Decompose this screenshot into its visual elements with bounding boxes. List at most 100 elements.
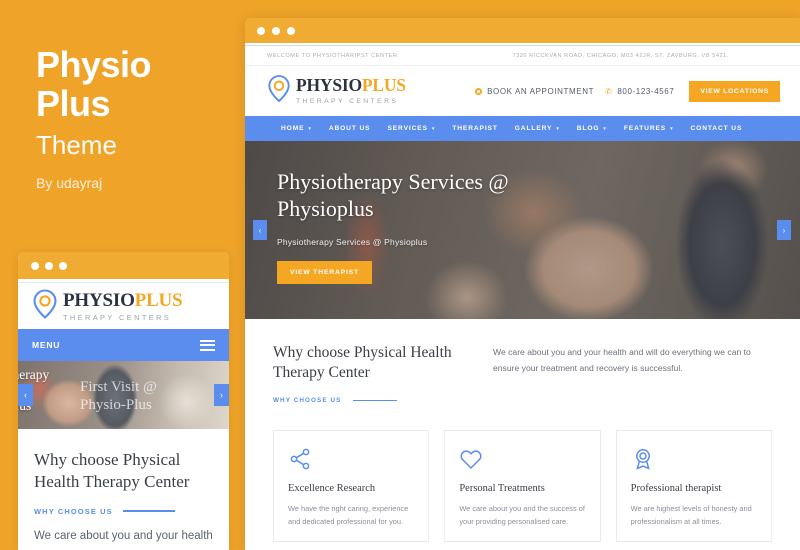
feature-card[interactable]: Excellence Research We have the right ca… — [273, 430, 430, 543]
nav-item-gallery[interactable]: GALLERY ▾ — [515, 125, 560, 132]
phone-link[interactable]: ✆ 800-123-4567 — [605, 87, 674, 96]
chevron-down-icon: ▾ — [556, 125, 560, 132]
why-choose-section: Why choose Physical Health Therapy Cente… — [245, 319, 800, 405]
mobile-slider-next-button[interactable]: › — [214, 384, 229, 406]
mobile-header: PHYSIOPLUS THERAPY CENTERS — [18, 283, 229, 329]
why-choose-eyebrow-label: WHY CHOOSE US — [273, 397, 342, 405]
mobile-why-heading: Why choose Physical Health Therapy Cente… — [34, 450, 190, 491]
why-choose-eyebrow-rule — [353, 400, 398, 402]
feature-card-text: We are highest levels of honesty and pro… — [630, 504, 752, 527]
hero-heading: Physiotherapy Services @ Physioplus — [277, 169, 509, 221]
award-icon — [631, 447, 757, 471]
why-choose-left: Why choose Physical Health Therapy Cente… — [273, 343, 463, 404]
why-choose-eyebrow: WHY CHOOSE US — [273, 397, 463, 404]
window-dot-minimize-icon[interactable] — [272, 26, 280, 35]
mobile-slider-prev-button[interactable]: ‹ — [18, 384, 33, 406]
nav-item-about-us[interactable]: ABOUT US — [329, 125, 371, 132]
feature-card-text: We have the right caring, experience and… — [288, 504, 409, 527]
mobile-logo[interactable]: PHYSIOPLUS THERAPY CENTERS — [32, 288, 183, 324]
nav-item-blog[interactable]: BLOG ▾ — [577, 125, 607, 132]
chevron-down-icon: ▾ — [670, 125, 674, 132]
why-choose-paragraph: We care about you and your health and wi… — [493, 347, 751, 373]
mobile-browser-chrome — [18, 252, 229, 280]
hamburger-icon[interactable] — [200, 339, 215, 351]
hero-subheading: Physiotherapy Services @ Physioplus — [277, 236, 428, 247]
view-therapist-button[interactable]: VIEW THERAPIST — [277, 260, 372, 284]
promo-title: Physio Plus — [36, 44, 236, 124]
nav-item-services[interactable]: SERVICES ▾ — [387, 125, 435, 132]
mobile-mockup: PHYSIOPLUS THERAPY CENTERS MENU otherapy… — [18, 252, 229, 550]
why-choose-heading: Why choose Physical Health Therapy Cente… — [273, 344, 452, 382]
feature-card-title: Professional therapist — [630, 483, 722, 495]
feature-card[interactable]: Professional therapist We are highest le… — [615, 430, 772, 543]
window-dot-close-icon[interactable] — [31, 261, 39, 270]
mobile-why-eyebrow-label: WHY CHOOSE US — [34, 506, 113, 516]
feature-card[interactable]: Personal Treatments We care about you an… — [444, 430, 601, 543]
nav-item-features[interactable]: FEATURES ▾ — [624, 125, 674, 132]
circle-dot-icon — [475, 87, 483, 95]
desktop-browser-chrome — [245, 18, 800, 43]
chevron-down-icon: ▾ — [431, 125, 436, 132]
promo-subtitle: Theme — [36, 129, 117, 160]
book-appointment-link[interactable]: BOOK AN APPOINTMENT — [475, 87, 594, 96]
feature-cards: Excellence Research We have the right ca… — [245, 404, 800, 543]
view-locations-button[interactable]: VIEW LOCATIONS — [689, 80, 780, 102]
window-dot-minimize-icon[interactable] — [45, 261, 53, 270]
desktop-mockup: WELCOME TO PHYSIOTHARIPST CENTER 7320 RI… — [245, 18, 800, 550]
hero-next-button[interactable]: › — [777, 220, 791, 240]
nav-label-blog: BLOG — [576, 125, 600, 132]
header-actions: BOOK AN APPOINTMENT ✆ 800-123-4567 VIEW … — [475, 80, 780, 102]
desktop-logo-tagline: THERAPY CENTERS — [296, 97, 399, 105]
desktop-topbar: WELCOME TO PHYSIOTHARIPST CENTER 7320 RI… — [245, 46, 800, 66]
nav-label-therapist: THERAPIST — [452, 125, 498, 132]
topbar-address-text: 7320 RICCKVAN ROAD, CHICAGO, M03 42JR, S… — [512, 52, 729, 59]
hero-slider: Physiotherapy Services @ Physioplus Phys… — [245, 141, 800, 319]
promo-author: By udayraj — [36, 174, 103, 191]
mobile-slide-prev-line1: otherapy — [18, 367, 50, 382]
nav-item-contact-us[interactable]: CONTACT US — [691, 125, 743, 132]
mobile-logo-name-dark: PHYSIO — [63, 289, 135, 311]
mobile-menu-bar[interactable]: MENU — [18, 329, 229, 361]
chevron-down-icon: ▾ — [603, 125, 607, 132]
mobile-slide-title-line1: First Visit @ — [80, 379, 157, 395]
feature-card-title: Excellence Research — [288, 483, 376, 495]
map-pin-icon — [32, 288, 58, 324]
hero-content: Physiotherapy Services @ Physioplus Phys… — [277, 169, 607, 284]
feature-card-text: We care about you and the success of you… — [459, 504, 585, 527]
window-dot-maximize-icon[interactable] — [59, 261, 67, 270]
feature-card-title: Personal Treatments — [459, 483, 545, 495]
nav-label-home: HOME — [281, 125, 305, 132]
mobile-logo-tagline: THERAPY CENTERS — [63, 312, 172, 322]
book-appointment-label: BOOK AN APPOINTMENT — [487, 86, 595, 96]
desktop-logo[interactable]: PHYSIOPLUS THERAPY CENTERS — [267, 74, 406, 108]
share-icon — [288, 447, 414, 471]
heart-icon — [459, 447, 585, 471]
nav-label-gallery: GALLERY — [514, 125, 553, 132]
desktop-header: PHYSIOPLUS THERAPY CENTERS BOOK AN APPOI… — [245, 66, 800, 116]
nav-label-features: FEATURES — [623, 125, 667, 132]
chevron-down-icon: ▾ — [308, 125, 312, 132]
hero-prev-button[interactable]: ‹ — [253, 220, 267, 240]
window-dot-maximize-icon[interactable] — [287, 26, 295, 35]
phone-icon: ✆ — [605, 86, 613, 96]
nav-label-services: SERVICES — [387, 125, 428, 132]
phone-number: 800-123-4567 — [617, 86, 675, 96]
topbar-welcome-text: WELCOME TO PHYSIOTHARIPST CENTER — [267, 52, 398, 59]
desktop-logo-name-dark: PHYSIO — [296, 74, 362, 95]
nav-label-contact-us: CONTACT US — [690, 125, 743, 132]
mobile-why-eyebrow-rule — [122, 510, 175, 512]
promo-title-line1: Physio — [36, 44, 152, 85]
desktop-navbar: HOME ▾ ABOUT US SERVICES ▾ THERAPIST GAL… — [245, 116, 800, 141]
mobile-logo-name-orange: PLUS — [134, 289, 183, 311]
mobile-why-paragraph: We care about you and your health — [34, 529, 213, 542]
mobile-slide-title-line2: Physio-Plus — [80, 396, 152, 413]
nav-item-therapist[interactable]: THERAPIST — [452, 125, 497, 132]
nav-item-home[interactable]: HOME ▾ — [281, 125, 312, 132]
nav-label-about-us: ABOUT US — [328, 125, 371, 132]
mobile-why-section: Why choose Physical Health Therapy Cente… — [18, 429, 229, 545]
desktop-logo-name-orange: PLUS — [361, 74, 406, 95]
promo-panel: Physio Plus Theme By udayraj — [36, 44, 236, 191]
mobile-hero-slider: otherapy s @ oplus First Visit @ Physio-… — [18, 361, 229, 429]
window-dot-close-icon[interactable] — [257, 26, 265, 35]
map-pin-icon — [267, 74, 291, 108]
